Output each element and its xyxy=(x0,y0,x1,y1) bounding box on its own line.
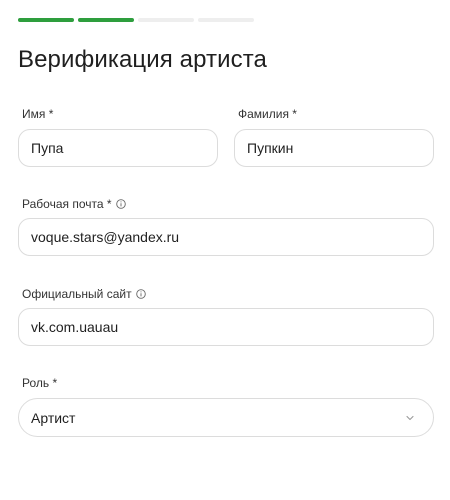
info-icon[interactable] xyxy=(135,289,146,299)
work-email-label: Рабочая почта * xyxy=(22,197,126,211)
first-name-label: Имя * xyxy=(22,107,53,121)
progress-step-2 xyxy=(78,18,134,22)
website-label: Официальный сайт xyxy=(22,287,146,301)
website-label-text: Официальный сайт xyxy=(22,287,132,301)
last-name-field[interactable] xyxy=(234,129,434,167)
work-email-input[interactable] xyxy=(31,229,421,245)
first-name-field[interactable] xyxy=(18,129,218,167)
progress-step-1 xyxy=(18,18,74,22)
work-email-field[interactable] xyxy=(18,218,434,256)
progress-step-3 xyxy=(138,18,194,22)
last-name-label: Фамилия * xyxy=(238,107,297,121)
chevron-down-icon xyxy=(406,415,414,421)
work-email-label-text: Рабочая почта * xyxy=(22,197,112,211)
progress-bar xyxy=(18,18,254,22)
role-select[interactable]: Артист xyxy=(18,398,434,437)
last-name-input[interactable] xyxy=(247,140,421,156)
last-name-label-text: Фамилия * xyxy=(238,107,297,121)
role-label: Роль * xyxy=(22,376,57,390)
progress-step-4 xyxy=(198,18,254,22)
first-name-input[interactable] xyxy=(31,140,205,156)
website-input[interactable] xyxy=(31,319,421,335)
website-field[interactable] xyxy=(18,308,434,346)
role-selected-value: Артист xyxy=(31,409,76,426)
page-title: Верификация артиста xyxy=(18,46,267,73)
role-label-text: Роль * xyxy=(22,376,58,390)
info-icon[interactable] xyxy=(115,199,126,209)
first-name-label-text: Имя * xyxy=(22,107,54,121)
